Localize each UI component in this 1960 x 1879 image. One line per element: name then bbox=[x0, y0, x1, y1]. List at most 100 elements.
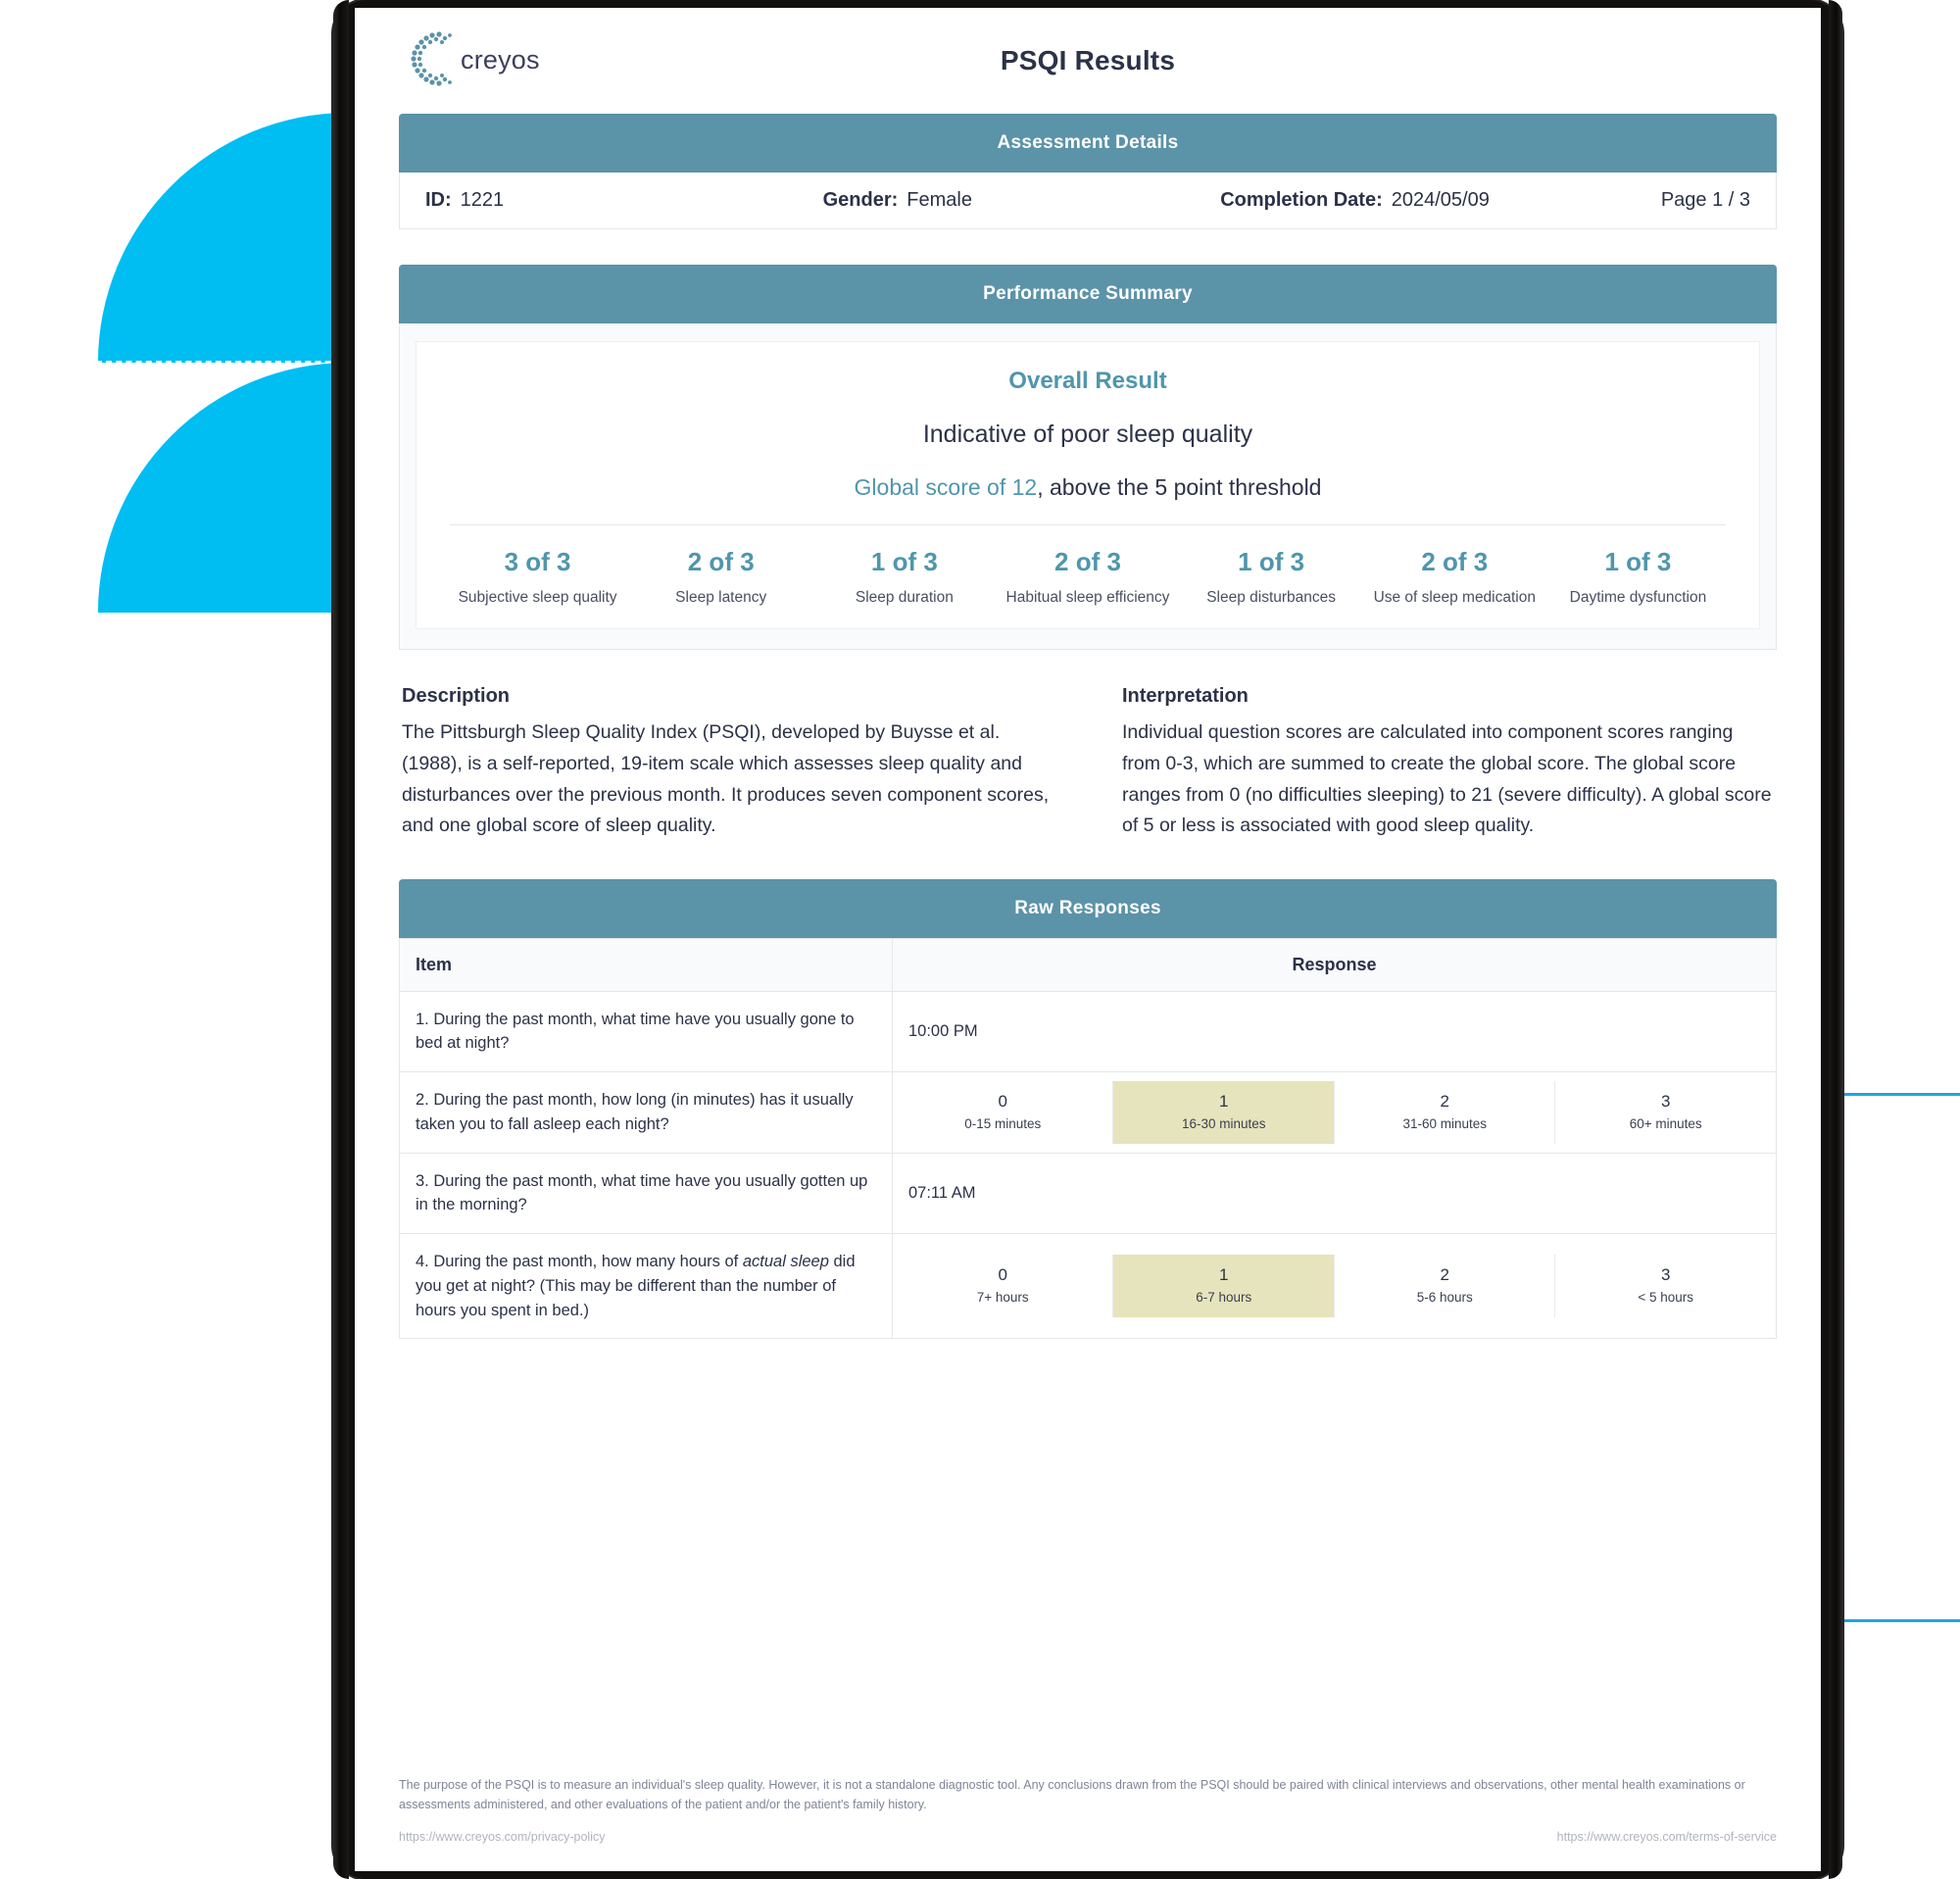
response-option[interactable]: 2 31-60 minutes bbox=[1333, 1080, 1555, 1144]
response-option-number: 1 bbox=[1219, 1265, 1229, 1285]
response-cell: 0 7+ hours 1 6-7 hours 2 5-6 hours 3 < 5 hours bbox=[891, 1233, 1778, 1340]
device-edge-right bbox=[1829, 0, 1842, 1879]
response-option-label: < 5 hours bbox=[1638, 1290, 1694, 1306]
response-option-label: 5-6 hours bbox=[1416, 1290, 1473, 1306]
summary-divider bbox=[450, 524, 1726, 525]
component-score-4: 2 of 3 Habitual sleep efficiency bbox=[996, 547, 1179, 607]
global-score-suffix: , above the 5 point threshold bbox=[1037, 474, 1322, 500]
interpretation-body: Individual question scores are calculate… bbox=[1122, 721, 1772, 837]
component-score-label: Sleep duration bbox=[855, 589, 954, 606]
report-page: creyos PSQI Results Assessment Details I… bbox=[355, 8, 1821, 1871]
table-row: 2. During the past month, how long (in m… bbox=[399, 1071, 1778, 1154]
response-option-label: 6-7 hours bbox=[1196, 1290, 1252, 1306]
response-option-number: 2 bbox=[1440, 1091, 1449, 1111]
table-row: 3. During the past month, what time have… bbox=[399, 1152, 1778, 1235]
text-sections: Description The Pittsburgh Sleep Quality… bbox=[402, 685, 1774, 841]
response-option-selected[interactable]: 1 6-7 hours bbox=[1112, 1255, 1334, 1318]
interpretation-heading: Interpretation bbox=[1122, 685, 1249, 708]
assessment-details-section: Assessment Details ID: 1221 Gender: Fema… bbox=[399, 114, 1777, 229]
response-option-number: 1 bbox=[1219, 1091, 1229, 1111]
column-header-response: Response bbox=[891, 937, 1778, 992]
component-score-label: Sleep latency bbox=[675, 589, 767, 606]
gender-label: Gender: bbox=[822, 189, 899, 211]
overall-result-label: Overall Result bbox=[1008, 368, 1167, 394]
response-option-number: 3 bbox=[1661, 1265, 1671, 1285]
component-score-7: 1 of 3 Daytime dysfunction bbox=[1546, 547, 1730, 607]
component-score-2: 2 of 3 Sleep latency bbox=[629, 547, 812, 607]
question-text: 3. During the past month, what time have… bbox=[399, 1152, 893, 1235]
response-cell: 07:11 AM bbox=[891, 1152, 1778, 1235]
description-heading: Description bbox=[402, 685, 511, 708]
response-option-label: 16-30 minutes bbox=[1181, 1115, 1266, 1131]
component-score-6: 2 of 3 Use of sleep medication bbox=[1363, 547, 1546, 607]
footer-disclaimer: The purpose of the PSQI is to measure an… bbox=[399, 1778, 1745, 1811]
raw-responses-table: Item Response 1. During the past month, … bbox=[399, 937, 1778, 1340]
response-cell: 10:00 PM bbox=[891, 990, 1778, 1073]
response-option-grid: 0 0-15 minutes 1 16-30 minutes 2 31-60 minute… bbox=[893, 1080, 1776, 1144]
response-option-label: 7+ hours bbox=[976, 1290, 1029, 1306]
response-option[interactable]: 2 5-6 hours bbox=[1333, 1255, 1555, 1318]
performance-summary-body: Overall Result Indicative of poor sleep … bbox=[399, 323, 1777, 651]
component-score-1: 3 of 3 Subjective sleep quality bbox=[446, 547, 629, 607]
response-option-number: 0 bbox=[998, 1265, 1007, 1285]
report-header: creyos PSQI Results bbox=[394, 8, 1782, 114]
table-header-row: Item Response bbox=[399, 937, 1778, 992]
column-header-item: Item bbox=[399, 937, 893, 992]
response-option[interactable]: 0 7+ hours bbox=[893, 1255, 1113, 1317]
page-footer: The purpose of the PSQI is to measure an… bbox=[394, 1776, 1782, 1844]
global-score-value: Global score of 12 bbox=[854, 474, 1038, 500]
report-screen: creyos PSQI Results Assessment Details I… bbox=[355, 8, 1821, 1871]
response-option-number: 0 bbox=[998, 1091, 1007, 1111]
device-edge-left bbox=[333, 0, 349, 1879]
id-value: 1221 bbox=[460, 189, 505, 211]
interpretation-section: Interpretation Individual question score… bbox=[1122, 685, 1774, 841]
response-option-selected[interactable]: 1 16-30 minutes bbox=[1112, 1080, 1334, 1144]
assessment-details-row: ID: 1221 Gender: Female Completion Date:… bbox=[399, 173, 1777, 229]
component-score-label: Use of sleep medication bbox=[1373, 589, 1536, 606]
component-score-5: 1 of 3 Sleep disturbances bbox=[1180, 547, 1363, 607]
terms-of-service-link[interactable]: https://www.creyos.com/terms-of-service bbox=[1557, 1830, 1777, 1844]
footer-links: https://www.creyos.com/privacy-policy ht… bbox=[394, 1830, 1782, 1844]
completion-date-value: 2024/05/09 bbox=[1391, 189, 1490, 211]
component-score-label: Sleep disturbances bbox=[1206, 589, 1337, 606]
response-option-number: 2 bbox=[1440, 1265, 1449, 1285]
component-score-value: 2 of 3 bbox=[1421, 547, 1489, 576]
component-score-value: 1 of 3 bbox=[1238, 547, 1305, 576]
decorative-cyan-arc-top bbox=[98, 113, 348, 363]
response-value: 07:11 AM bbox=[907, 1183, 976, 1202]
response-option-number: 3 bbox=[1661, 1091, 1671, 1111]
response-option[interactable]: 3 60+ minutes bbox=[1554, 1080, 1776, 1144]
decorative-cyan-arc-bottom bbox=[98, 363, 348, 613]
response-option[interactable]: 3 < 5 hours bbox=[1554, 1255, 1776, 1318]
component-score-3: 1 of 3 Sleep duration bbox=[812, 547, 996, 607]
question-text: 1. During the past month, what time have… bbox=[399, 990, 893, 1073]
response-option-label: 0-15 minutes bbox=[964, 1115, 1042, 1131]
gender-value: Female bbox=[906, 189, 972, 211]
table-row: 4. During the past month, how many hours… bbox=[399, 1233, 1778, 1340]
page-title: PSQI Results bbox=[1000, 45, 1176, 75]
response-value: 10:00 PM bbox=[907, 1021, 978, 1040]
performance-summary-card: Overall Result Indicative of poor sleep … bbox=[416, 341, 1760, 630]
table-row: 1. During the past month, what time have… bbox=[399, 990, 1778, 1073]
performance-summary-section: Performance Summary Overall Result Indic… bbox=[399, 265, 1777, 651]
description-section: Description The Pittsburgh Sleep Quality… bbox=[402, 685, 1054, 841]
detail-id: ID: 1221 bbox=[425, 189, 823, 212]
response-option[interactable]: 0 0-15 minutes bbox=[893, 1081, 1113, 1144]
raw-responses-section: Raw Responses Item Response 1. During th… bbox=[399, 878, 1778, 1340]
completion-date-label: Completion Date: bbox=[1220, 189, 1383, 211]
detail-gender: Gender: Female bbox=[823, 189, 1221, 212]
privacy-policy-link[interactable]: https://www.creyos.com/privacy-policy bbox=[399, 1830, 605, 1844]
component-score-value: 2 of 3 bbox=[1054, 547, 1121, 576]
component-scores: 3 of 3 Subjective sleep quality 2 of 3 Slee… bbox=[446, 547, 1730, 607]
description-body: The Pittsburgh Sleep Quality Index (PSQI… bbox=[402, 721, 1050, 837]
id-label: ID: bbox=[425, 189, 452, 211]
detail-completion-date: Completion Date: 2024/05/09 bbox=[1220, 189, 1565, 212]
component-score-value: 3 of 3 bbox=[504, 547, 571, 576]
question-emphasis: actual sleep bbox=[742, 1253, 829, 1271]
question-text: 4. During the past month, how many hours… bbox=[399, 1233, 893, 1340]
decorative-dashed-line bbox=[96, 361, 351, 363]
component-score-value: 1 of 3 bbox=[1604, 547, 1672, 576]
question-text: 2. During the past month, how long (in m… bbox=[399, 1071, 893, 1154]
component-score-label: Subjective sleep quality bbox=[458, 589, 617, 606]
response-option-grid: 0 7+ hours 1 6-7 hours 2 5-6 hours 3 < 5 hours bbox=[893, 1255, 1776, 1318]
